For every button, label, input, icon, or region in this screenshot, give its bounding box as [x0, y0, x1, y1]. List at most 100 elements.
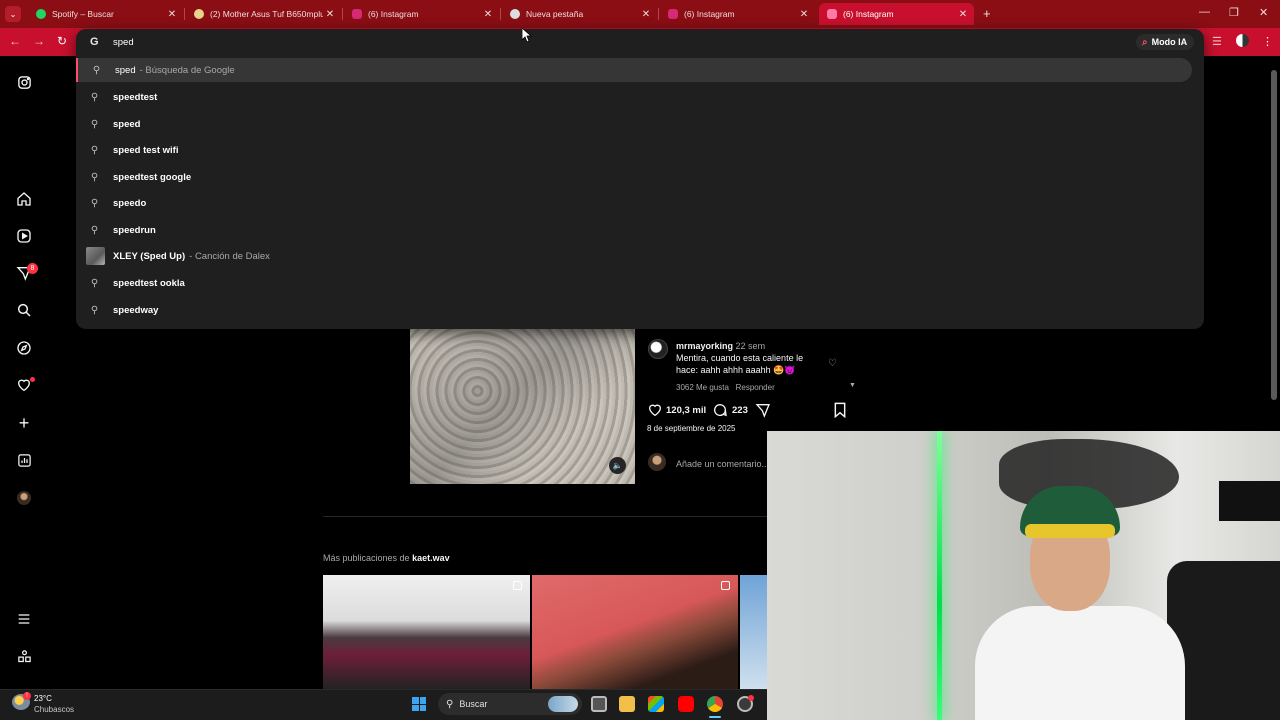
suggestion-item[interactable]: ⚲ speedtest [76, 85, 1192, 109]
close-icon[interactable]: ✕ [956, 9, 970, 20]
weather-condition[interactable]: Chubascos [34, 705, 74, 714]
suggestion-subtitle: - Búsqueda de Google [139, 64, 235, 76]
tab-instagram-1[interactable]: (6) Instagram ✕ [344, 3, 499, 25]
shirt [975, 606, 1185, 720]
chrome-icon [510, 9, 520, 19]
reload-icon[interactable]: ↻ [57, 34, 67, 48]
commenter-avatar[interactable] [648, 339, 668, 359]
comment-count[interactable]: 223 [732, 405, 748, 416]
comment-bubble-icon[interactable] [712, 402, 728, 421]
tab-search-button[interactable]: ⌄ [5, 6, 21, 22]
post-date: 8 de septiembre de 2025 [647, 424, 736, 433]
suggestion-item[interactable]: ⚲ speedtest ookla [76, 271, 1192, 295]
more-posts-user[interactable]: kaet.wav [412, 553, 450, 563]
speaker-icon[interactable]: 🔈 [609, 457, 626, 474]
suggestion-item[interactable]: ⚲ speed test wifi [76, 138, 1192, 162]
notification-dot [30, 377, 35, 382]
scroll-down-arrow-icon[interactable]: ▼ [849, 382, 856, 389]
like-count[interactable]: 120,3 mil [666, 405, 706, 416]
omnibox-input[interactable]: sped [113, 37, 134, 48]
tab-title: (6) Instagram [368, 9, 419, 19]
comment-username[interactable]: mrmayorking [676, 341, 733, 351]
close-icon[interactable]: ✕ [797, 9, 811, 20]
tab-title: (6) Instagram [843, 9, 894, 19]
instagram-logo-icon[interactable] [14, 72, 34, 92]
tab-instagram-2[interactable]: (6) Instagram ✕ [660, 3, 815, 25]
page-scrollbar[interactable] [1271, 70, 1277, 400]
suggestion-item[interactable]: ⚲ speedtest google [76, 165, 1192, 189]
home-icon[interactable] [14, 189, 34, 209]
share-send-icon[interactable] [755, 402, 771, 421]
tab-spotify[interactable]: Spotify – Buscar ✕ [28, 3, 183, 25]
multi-image-icon [721, 581, 730, 590]
post-thumbnail[interactable] [532, 575, 738, 689]
search-icon: ⚲ [92, 64, 101, 76]
post-video[interactable] [410, 329, 635, 484]
close-icon[interactable]: ✕ [481, 9, 495, 20]
suggestion-item[interactable]: ⚲ speedway [76, 298, 1192, 322]
tab-instagram-3-active[interactable]: (6) Instagram ✕ [819, 3, 974, 25]
suggestion-item[interactable]: ⚲ speed [76, 112, 1192, 136]
modo-ia-button[interactable]: ⌕ Modo IA [1136, 34, 1195, 50]
weather-temperature[interactable]: 23°C [34, 694, 52, 703]
post-thumbnail[interactable] [740, 575, 767, 689]
streamer [975, 486, 1185, 720]
add-comment-input[interactable]: Añade un comentario... [676, 459, 769, 469]
microsoft-store-icon[interactable] [648, 696, 664, 712]
back-arrow-icon[interactable]: ← [9, 34, 21, 48]
omnibox-input-row[interactable]: G sped ⌕ Modo IA [76, 29, 1204, 55]
spotify-icon [36, 9, 46, 19]
menu-kebab-icon[interactable]: ⋮ [1262, 35, 1273, 48]
suggestion-text: speedrun [113, 224, 156, 236]
suggestion-item[interactable]: ⚲ sped - Búsqueda de Google [76, 58, 1192, 82]
google-icon: G [90, 36, 99, 48]
task-view-icon[interactable] [591, 696, 607, 712]
modo-ia-label: Modo IA [1151, 37, 1188, 47]
restore-icon[interactable]: ❐ [1229, 6, 1239, 19]
file-explorer-icon[interactable] [619, 696, 635, 712]
search-icon[interactable] [14, 300, 34, 320]
more-menu-icon[interactable] [14, 609, 34, 629]
search-icon: ⚲ [90, 171, 99, 183]
background-monitor [1219, 481, 1280, 521]
youtube-icon[interactable] [678, 696, 694, 712]
dashboard-icon[interactable] [14, 450, 34, 470]
more-posts-heading: Más publicaciones de kaet.wav [323, 553, 450, 563]
comment-like-heart-icon[interactable]: ♡ [828, 358, 837, 369]
explore-icon[interactable] [14, 338, 34, 358]
post-thumbnail[interactable] [323, 575, 530, 689]
new-tab-button[interactable]: + [983, 6, 991, 21]
search-icon: ⚲ [90, 118, 99, 130]
close-window-icon[interactable]: ✕ [1259, 6, 1268, 19]
suggestion-text: speedtest google [113, 171, 192, 183]
messages-badge: 8 [27, 263, 38, 274]
like-heart-icon[interactable] [647, 402, 663, 421]
comment-time: 22 sem [735, 341, 766, 351]
reply-link[interactable]: Responder [736, 383, 775, 392]
suggestion-item[interactable]: XLEY (Sped Up) - Canción de Dalex [76, 244, 1192, 268]
tab-asus[interactable]: (2) Mother Asus Tuf B650mplus ✕ [186, 3, 341, 25]
taskbar-search[interactable]: ⚲ Buscar [438, 693, 582, 715]
save-bookmark-icon[interactable] [833, 402, 847, 421]
forward-arrow-icon[interactable]: → [33, 34, 45, 48]
close-icon[interactable]: ✕ [639, 9, 653, 20]
profile-avatar[interactable] [1236, 34, 1249, 47]
reels-icon[interactable] [14, 226, 34, 246]
chrome-icon[interactable] [707, 696, 723, 712]
search-icon: ⚲ [90, 224, 99, 236]
create-plus-icon[interactable]: + [14, 413, 34, 433]
suggestion-text: speed test wifi [113, 144, 179, 156]
close-icon[interactable]: ✕ [323, 9, 337, 20]
suggestion-item[interactable]: ⚲ speedo [76, 191, 1192, 215]
windows-start-icon[interactable] [412, 697, 426, 711]
search-icon: ⚲ [446, 698, 454, 710]
close-icon[interactable]: ✕ [165, 9, 179, 20]
profile-avatar[interactable] [14, 488, 34, 508]
suggestion-item[interactable]: ⚲ speedrun [76, 218, 1192, 242]
tab-divider [184, 8, 185, 20]
minimize-icon[interactable]: — [1199, 6, 1210, 18]
tab-new-tab[interactable]: Nueva pestaña ✕ [502, 3, 657, 25]
tab-groups-icon[interactable]: ☰ [1212, 35, 1222, 48]
also-from-meta-icon[interactable] [14, 646, 34, 666]
suggestion-text: speedtest [113, 91, 158, 103]
